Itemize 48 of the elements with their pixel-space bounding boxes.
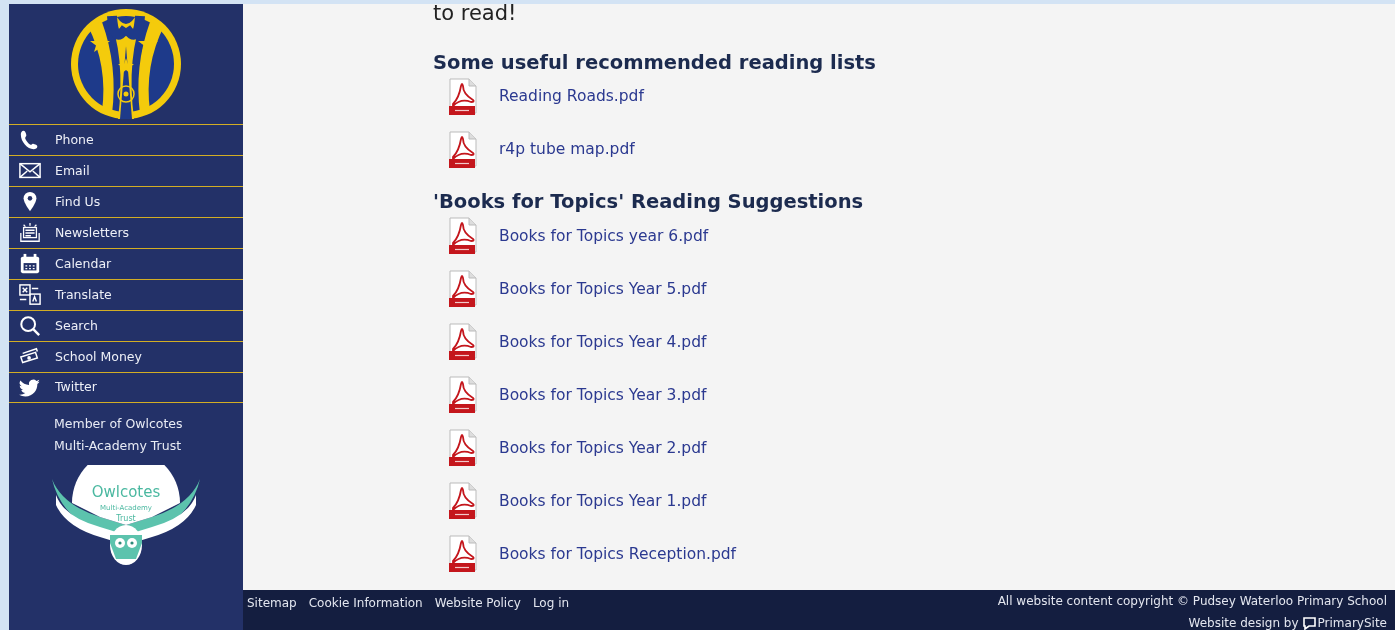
pdf-file-icon: [447, 217, 479, 256]
speech-bubble-icon: [1302, 616, 1316, 630]
footer-link[interactable]: Sitemap: [247, 594, 297, 612]
file-link[interactable]: Reading Roads.pdf: [499, 85, 644, 109]
newspaper-icon: [18, 222, 42, 244]
brand-link[interactable]: PrimarySite: [1317, 612, 1387, 630]
bird-icon: [18, 376, 42, 399]
file-link[interactable]: Books for Topics Reception.pdf: [499, 542, 737, 566]
pdf-file-icon: [447, 376, 479, 415]
file-link[interactable]: Books for Topics Year 1.pdf: [499, 489, 707, 513]
sidebar-link[interactable]: Newsletters: [9, 217, 243, 248]
sidebar-link[interactable]: Email: [9, 155, 243, 186]
member-text: Member of Owlcotes: [54, 415, 184, 433]
section-heading: 'Books for Topics' Reading Suggestions: [433, 190, 865, 214]
trust-name: Owlcotes: [91, 483, 161, 501]
member-text: Multi-Academy Trust: [54, 437, 183, 455]
sidebar-link[interactable]: Twitter: [9, 372, 243, 403]
calendar-icon: [18, 253, 42, 275]
pdf-file-icon: [447, 131, 479, 169]
sidebar-link[interactable]: Find Us: [9, 186, 243, 217]
sidebar-link[interactable]: Phone: [9, 124, 243, 155]
paragraph-text: to read!: [433, 4, 518, 26]
credit-text: Website design by: [1188, 615, 1299, 630]
trust-subtitle: Trust: [116, 514, 136, 523]
copyright-text: All website content copyright © Pudsey Waterloo Primary School: [997, 593, 1387, 610]
sidebar-link[interactable]: Translate: [9, 279, 243, 310]
file-link[interactable]: r4p tube map.pdf: [499, 138, 635, 162]
footer-link[interactable]: Log in: [532, 594, 570, 612]
pdf-file-icon: [447, 429, 479, 468]
translate-icon: [18, 284, 42, 306]
file-link[interactable]: Books for Topics Year 4.pdf: [499, 330, 707, 354]
pdf-file-icon: [447, 535, 479, 574]
pdf-file-icon: [447, 323, 479, 362]
file-link[interactable]: Books for Topics Year 2.pdf: [499, 436, 707, 460]
pdf-file-icon: [447, 270, 479, 309]
file-link[interactable]: Books for Topics Year 3.pdf: [499, 383, 707, 407]
search-icon: [18, 315, 42, 337]
sidebar-link[interactable]: Search: [9, 310, 243, 341]
owl-drawing: [110, 525, 142, 565]
file-link[interactable]: Books for Topics Year 5.pdf: [499, 277, 707, 301]
file-link[interactable]: Books for Topics year 6.pdf: [499, 224, 709, 248]
pdf-file-icon: [447, 482, 479, 521]
footer-link[interactable]: Cookie Information: [308, 594, 423, 612]
pdf-file-icon: [447, 78, 479, 116]
sidebar-link[interactable]: School Money: [9, 341, 243, 372]
sidebar-link[interactable]: Calendar: [9, 248, 243, 279]
section-heading: Some useful recommended reading lists: [433, 51, 877, 75]
footer-link[interactable]: Website Policy: [434, 594, 521, 612]
